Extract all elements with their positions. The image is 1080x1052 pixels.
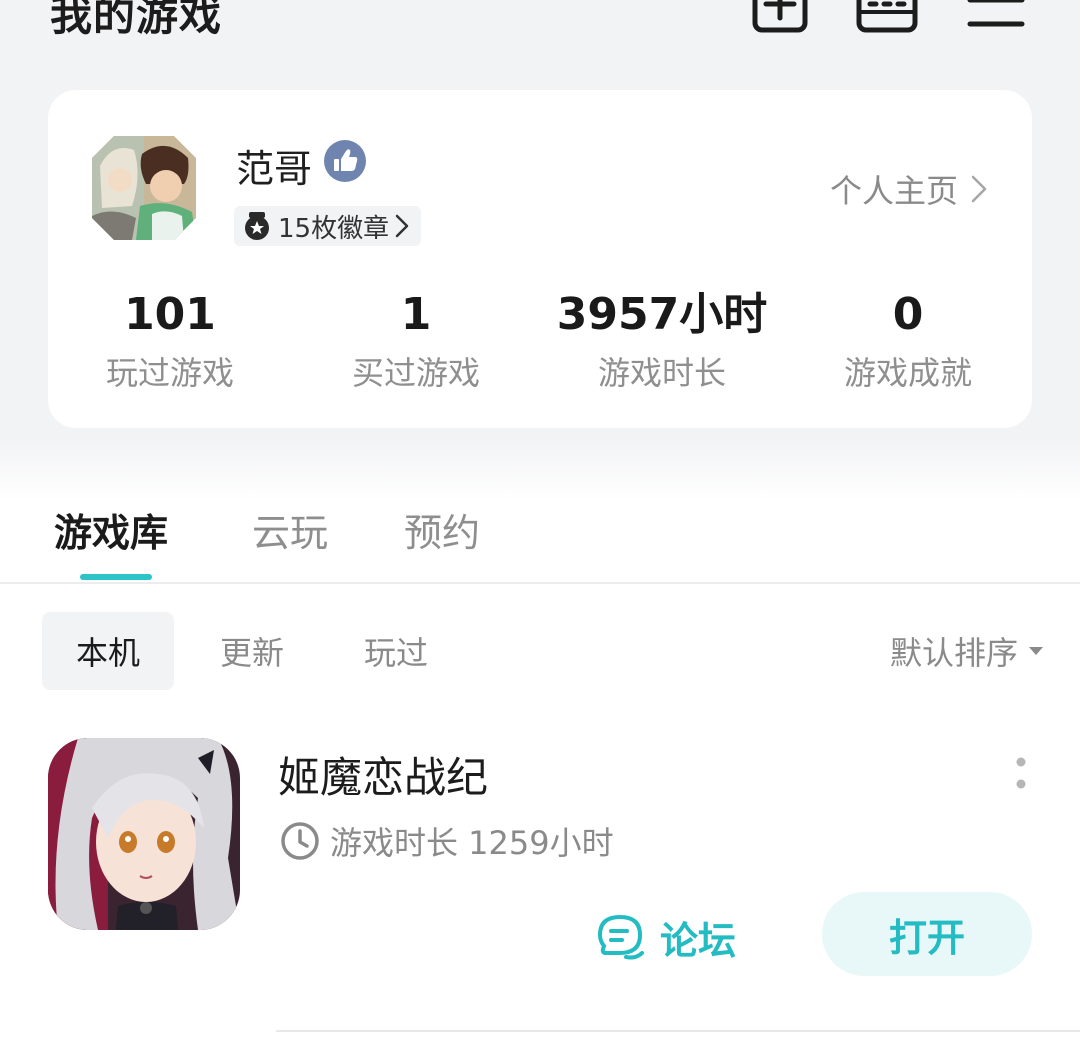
stat-value: 0 — [892, 289, 924, 340]
filter-local[interactable]: 本机 — [42, 612, 174, 690]
forum-label: 论坛 — [660, 918, 737, 963]
open-label: 打开 — [888, 915, 965, 960]
stat-value: 1 — [400, 289, 432, 340]
caret-down-icon — [1029, 647, 1043, 655]
menu-icon[interactable] — [966, 0, 1026, 34]
sort-label: 默认排序 — [889, 634, 1018, 672]
chevron-right-icon — [971, 175, 987, 203]
stats-row: 101 玩过游戏 1 买过游戏 3957小时 游戏时长 0 游戏成就 — [48, 284, 1032, 404]
add-square-icon[interactable] — [752, 0, 808, 34]
open-game-button[interactable]: 打开 — [822, 892, 1032, 976]
stat-value: 3957小时 — [556, 289, 768, 340]
stat-label: 游戏时长 — [597, 354, 726, 392]
stat-label: 游戏成就 — [843, 354, 972, 392]
stat-played-games[interactable]: 101 玩过游戏 — [50, 284, 290, 400]
active-tab-indicator — [80, 574, 152, 580]
tab-game-library[interactable]: 游戏库 — [54, 502, 168, 557]
chevron-right-icon — [395, 214, 409, 238]
list-divider — [276, 1030, 1080, 1032]
stat-value: 101 — [124, 289, 216, 340]
stat-label: 买过游戏 — [351, 354, 480, 392]
badges-count: 15枚徽章 — [278, 213, 390, 244]
stat-play-time[interactable]: 3957小时 游戏时长 — [542, 284, 782, 400]
profile-card: 范哥 15枚徽章 个人主页 101 玩过游戏 1 买过游戏 3957小时 游戏时… — [48, 90, 1032, 428]
clock-icon — [281, 822, 319, 860]
thumbs-up-verified-icon — [324, 140, 366, 182]
more-options-icon[interactable] — [1010, 756, 1032, 792]
filter-updates[interactable]: 更新 — [196, 612, 308, 690]
stat-achievements[interactable]: 0 游戏成就 — [788, 284, 1028, 400]
forum-chat-icon — [597, 914, 644, 960]
avatar[interactable] — [92, 136, 196, 240]
tab-cloud-play[interactable]: 云玩 — [252, 502, 328, 557]
stat-label: 玩过游戏 — [105, 354, 234, 392]
badges-button[interactable]: 15枚徽章 — [234, 206, 422, 246]
medal-icon — [245, 212, 269, 240]
tab-bar: 游戏库 云玩 预约 — [0, 496, 1080, 584]
stat-bought-games[interactable]: 1 买过游戏 — [296, 284, 536, 400]
game-icon[interactable] — [48, 738, 240, 930]
personal-homepage-label: 个人主页 — [829, 172, 958, 210]
game-title[interactable]: 姬魔恋战纪 — [278, 744, 488, 805]
game-playtime: 游戏时长 1259小时 — [280, 818, 614, 864]
forum-button[interactable]: 论坛 — [596, 906, 736, 968]
user-name: 范哥 — [236, 147, 313, 191]
calendar-icon[interactable] — [856, 0, 918, 34]
playtime-text: 游戏时长 1259小时 — [330, 824, 614, 862]
page-title: 我的游戏 — [50, 0, 223, 40]
filter-played[interactable]: 玩过 — [340, 612, 452, 690]
personal-homepage-link[interactable]: 个人主页 — [830, 166, 988, 212]
sort-dropdown[interactable]: 默认排序 — [890, 612, 1044, 690]
tab-reservations[interactable]: 预约 — [404, 502, 480, 557]
